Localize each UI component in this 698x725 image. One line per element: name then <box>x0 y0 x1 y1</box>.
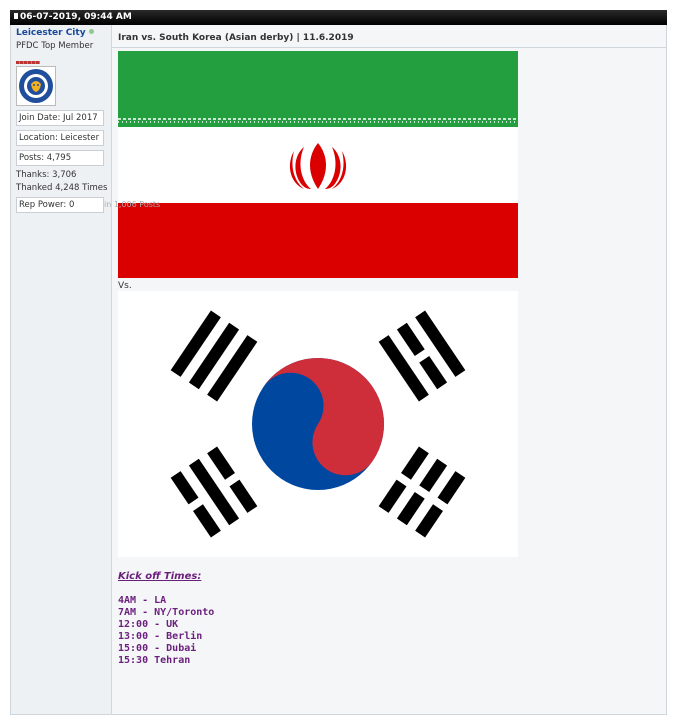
online-status-icon <box>88 29 94 34</box>
post-header-bar: 06-07-2019, 09:44 AM <box>10 10 667 25</box>
kickoff-time-uk: 12:00 - UK <box>118 619 179 630</box>
post-container: Leicester City PFDC Top Member Join Date… <box>10 25 667 715</box>
username-text[interactable]: Leicester City <box>16 28 86 38</box>
vs-label: Vs. <box>118 281 132 291</box>
kickoff-time-berlin: 13:00 - Berlin <box>118 631 203 642</box>
username-link[interactable]: Leicester City <box>16 28 107 38</box>
thanks-count: Thanks: 3,706 <box>16 170 77 180</box>
title-divider <box>112 47 666 48</box>
kickoff-time-la: 4AM - LA <box>118 595 167 606</box>
leicester-city-crest-icon <box>19 69 53 103</box>
user-info-column: Leicester City PFDC Top Member Join Date… <box>11 25 112 714</box>
reputation-bar <box>16 61 40 64</box>
thanked-count: Thanked 4,248 Times <box>16 183 108 193</box>
join-date: Join Date: Jul 2017 <box>16 110 104 126</box>
post-title: Iran vs. South Korea (Asian derby) | 11.… <box>118 33 354 43</box>
kickoff-time-ny: 7AM - NY/Toronto <box>118 607 215 618</box>
avatar[interactable] <box>16 66 56 106</box>
posts-count: Posts: 4,795 <box>16 150 104 166</box>
post-content: Iran vs. South Korea (Asian derby) | 11.… <box>112 25 666 714</box>
kickoff-time-dubai: 15:00 - Dubai <box>118 643 197 654</box>
post-icon <box>14 13 18 19</box>
kickoff-heading: Kick off Times: <box>118 571 202 582</box>
kickoff-times-list: 4AM - LA 7AM - NY/Toronto 12:00 - UK 13:… <box>118 595 214 667</box>
user-title: PFDC Top Member <box>16 41 94 51</box>
iran-flag-image <box>118 51 518 278</box>
location: Location: Leicester <box>16 130 104 146</box>
thanked-posts-overlap: in 1,006 Posts <box>104 200 161 209</box>
south-korea-flag-image <box>118 291 518 557</box>
post-datetime: 06-07-2019, 09:44 AM <box>20 12 132 22</box>
rep-power: Rep Power: 0 <box>16 197 104 213</box>
kickoff-time-tehran: 15:30 Tehran <box>118 655 191 666</box>
